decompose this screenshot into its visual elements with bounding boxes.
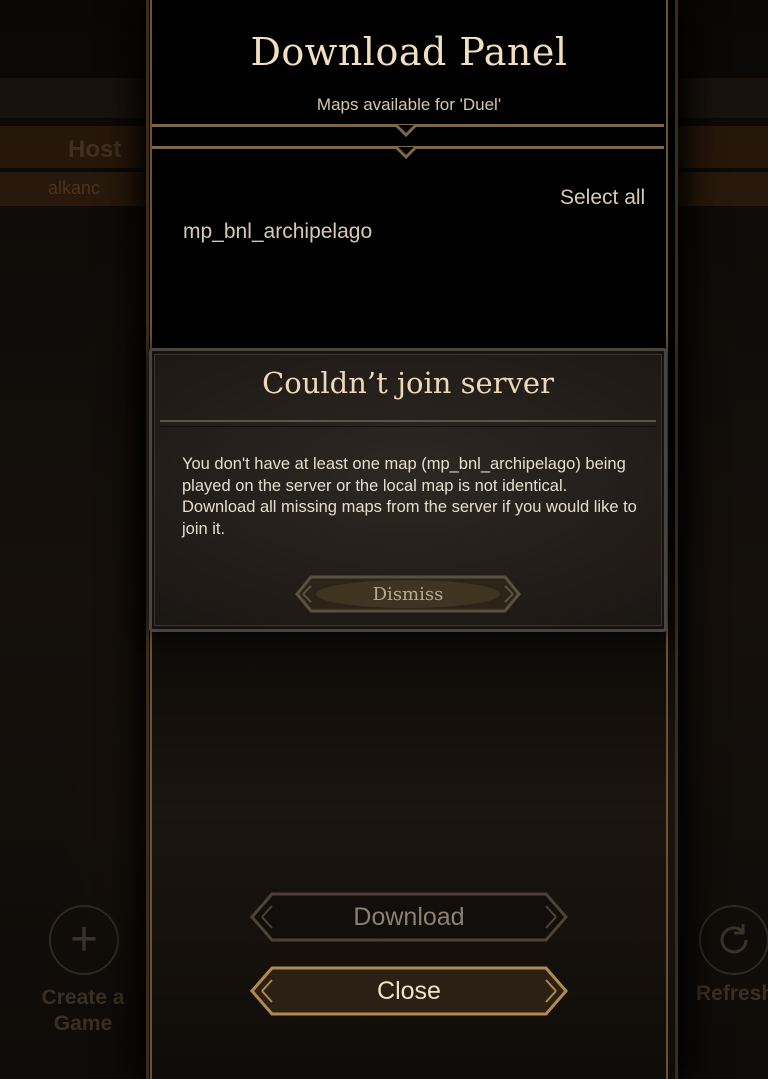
close-button[interactable]: Close	[248, 966, 570, 1016]
close-button-label: Close	[377, 976, 441, 1005]
refresh-label: Refresh	[696, 982, 768, 1005]
dialog-title: Couldn’t join server	[262, 366, 554, 400]
divider-chevron-top-icon	[395, 124, 417, 138]
dialog-message: You don't have at least one map (mp_bnl_…	[182, 455, 637, 538]
divider-chevron-bottom-icon	[395, 146, 417, 160]
host-row-value: alkanc	[48, 178, 101, 198]
dialog-title-divider	[160, 420, 656, 427]
panel-title: Download Panel	[250, 30, 568, 74]
refresh-icon	[701, 907, 767, 973]
create-game-label: Create a Game	[41, 986, 125, 1035]
download-button[interactable]: Download	[248, 892, 570, 942]
select-all-link[interactable]: Select all	[560, 186, 645, 210]
map-list-item[interactable]: mp_bnl_archipelago	[183, 220, 372, 244]
dismiss-button[interactable]: Dismiss	[293, 574, 523, 614]
create-game-button[interactable]: +	[49, 905, 119, 975]
refresh-button[interactable]	[699, 905, 768, 975]
plus-icon: +	[69, 913, 99, 966]
dismiss-button-label: Dismiss	[372, 583, 444, 605]
download-button-label: Download	[353, 902, 465, 931]
panel-subtitle: Maps available for 'Duel'	[316, 95, 502, 114]
host-column-header: Host	[68, 136, 122, 163]
